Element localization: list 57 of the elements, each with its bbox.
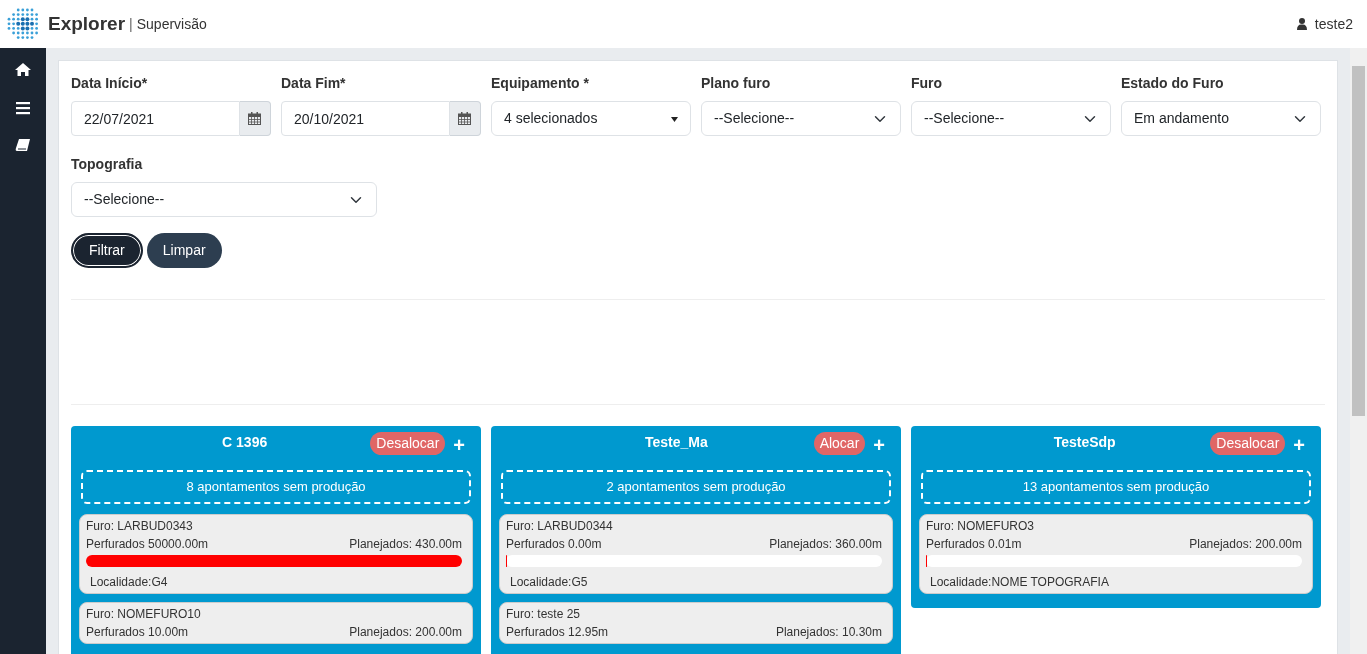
calendar-icon <box>248 112 262 125</box>
field-label: Estado do Furo <box>1121 74 1225 93</box>
field-label: Data Início* <box>71 74 149 93</box>
book-icon[interactable] <box>15 138 31 154</box>
drilled-depth: Perfurados 12.95m <box>506 623 609 641</box>
field-label: Topografia <box>71 155 144 174</box>
drilled-depth: Perfurados 50000.00m <box>86 535 209 553</box>
multiselect-dropdown[interactable]: 4 selecionados <box>491 101 691 136</box>
logo-icon <box>6 7 40 41</box>
planned-depth: Planejados: 10.30m <box>775 623 882 641</box>
menu-icon[interactable] <box>15 100 31 116</box>
calendar-button[interactable] <box>449 101 481 136</box>
equipment-name: Teste_Ma <box>643 433 709 452</box>
hole-name: Furo: NOMEFURO3 <box>926 518 1034 533</box>
app-name: Explorer <box>48 11 126 36</box>
equipment-name: TesteSdp <box>1052 433 1117 452</box>
equipment-name: C 1396 <box>221 433 269 452</box>
hole-card[interactable]: Furo: NOMEFURO10 Perfurados 10.00m Planejados: 200.00m <box>79 601 473 644</box>
hole-name: Furo: teste 25 <box>506 606 581 621</box>
user-icon <box>1296 18 1307 30</box>
hole-card[interactable]: Furo: LARBUD0344 Perfurados 0.00m Planejados: 360.00m Localidade:G5 <box>499 513 893 594</box>
calendar-icon <box>458 112 472 125</box>
field-label: Data Fim* <box>281 74 347 93</box>
filter-button[interactable]: Filtrar <box>71 233 143 268</box>
hole-name: Furo: LARBUD0343 <box>86 518 193 533</box>
select-dropdown[interactable]: --Selecione-- <box>911 101 1111 136</box>
field-label: Furo <box>911 74 944 93</box>
hole-card[interactable]: Furo: NOMEFURO3 Perfurados 0.01m Planejados: 200.00m Localidade:NOME TOPOGRAFIA <box>919 513 1313 594</box>
select-dropdown[interactable]: Em andamento <box>1121 101 1321 136</box>
hole-location: Localidade:G5 <box>509 573 589 591</box>
hole-name: Furo: NOMEFURO10 <box>86 606 201 621</box>
hole-name: Furo: LARBUD0344 <box>506 518 613 533</box>
planned-depth: Planejados: 430.00m <box>349 535 462 553</box>
field-label: Equipamento * <box>491 74 590 93</box>
title-separator: | <box>129 14 133 34</box>
calendar-button[interactable] <box>239 101 271 136</box>
hole-card[interactable]: Furo: LARBUD0343 Perfurados 50000.00m Planejados: 430.00m Localidade:G4 <box>79 513 473 594</box>
drilled-depth: Perfurados 0.00m <box>506 535 602 553</box>
select-dropdown[interactable]: --Selecione-- <box>71 182 377 217</box>
date-field[interactable]: 20/10/2021 <box>281 101 450 136</box>
scrollbar[interactable] <box>1350 48 1367 654</box>
caret-icon <box>671 116 678 122</box>
drilled-depth: Perfurados 0.01m <box>926 535 1022 553</box>
hole-location: Localidade:NOME TOPOGRAFIA <box>929 573 1110 591</box>
clear-button[interactable]: Limpar <box>146 233 222 268</box>
planned-depth: Planejados: 360.00m <box>769 535 882 553</box>
date-field[interactable]: 22/07/2021 <box>71 101 240 136</box>
field-label: Plano furo <box>701 74 772 93</box>
select-dropdown[interactable]: --Selecione-- <box>701 101 901 136</box>
user-name[interactable]: teste2 <box>1314 13 1353 35</box>
drilled-depth: Perfurados 10.00m <box>86 623 189 641</box>
home-icon[interactable] <box>15 62 31 78</box>
hole-card[interactable]: Furo: teste 25 Perfurados 12.95m Planejados: 10.30m <box>499 601 893 644</box>
planned-depth: Planejados: 200.00m <box>349 623 462 641</box>
section-title: Supervisão <box>136 14 207 34</box>
planned-depth: Planejados: 200.00m <box>1189 535 1302 553</box>
hole-location: Localidade:G4 <box>89 573 169 591</box>
